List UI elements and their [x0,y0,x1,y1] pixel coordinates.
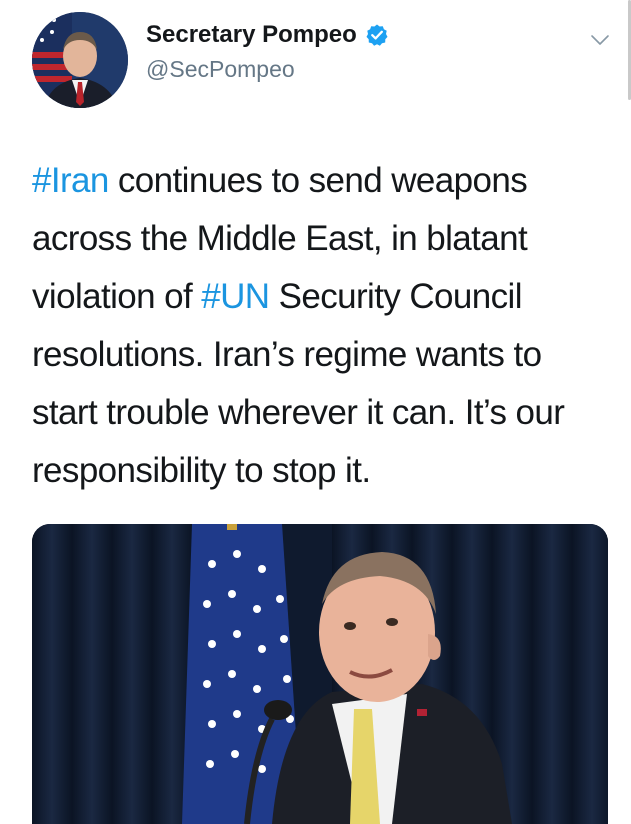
tweet-header: Secretary Pompeo @SecPompeo [32,12,612,108]
author-display-name-row[interactable]: Secretary Pompeo [146,20,389,50]
hashtag-iran-link[interactable]: #Iran [32,161,109,200]
author-name-block: Secretary Pompeo @SecPompeo [146,20,389,84]
chevron-down-icon[interactable] [588,28,612,52]
author-display-name[interactable]: Secretary Pompeo [146,20,357,50]
tweet-text: #Iran continues to send weapons across t… [32,152,612,500]
author-avatar[interactable] [32,12,128,108]
author-handle[interactable]: @SecPompeo [146,54,389,84]
tweet-media-photo[interactable] [32,524,608,824]
verified-badge-icon [365,23,389,47]
hashtag-un-link[interactable]: #UN [201,277,270,316]
